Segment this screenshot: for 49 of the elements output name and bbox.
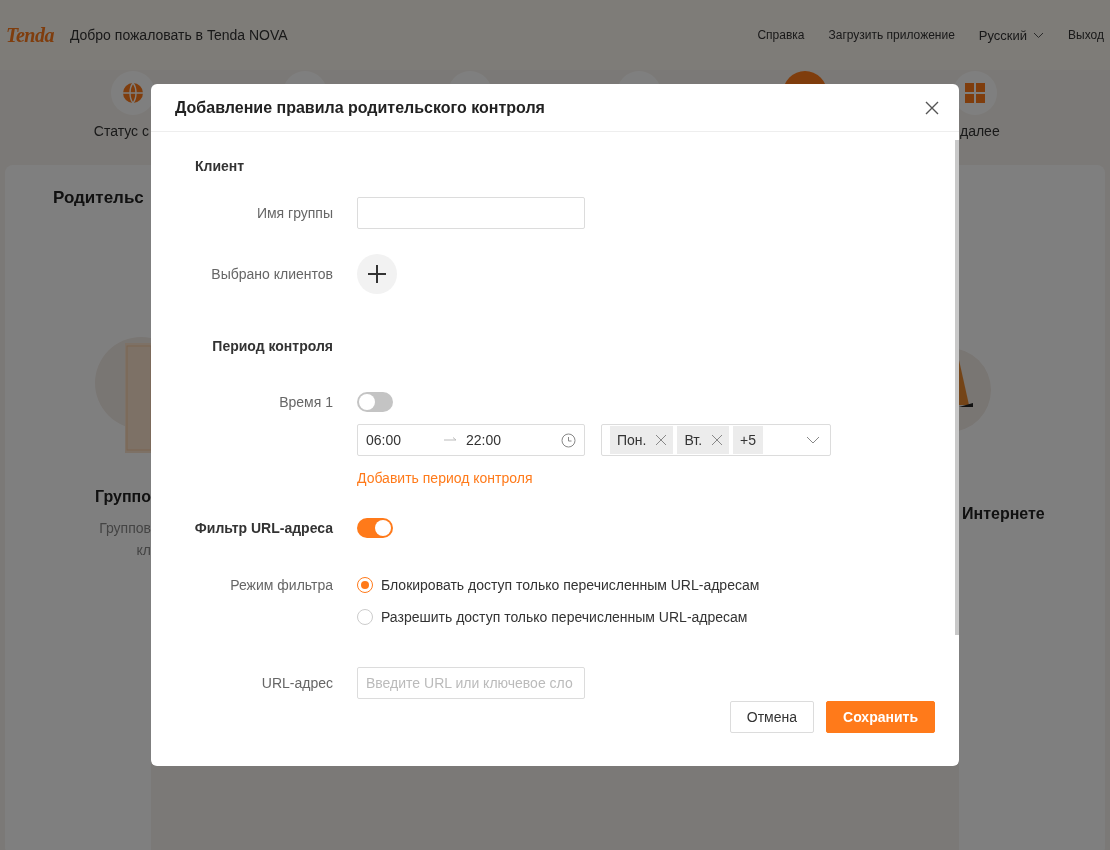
header-link[interactable]: Загрузить приложение [828,28,955,42]
logout-link[interactable]: Выход [1068,28,1104,42]
day-tag: Пон. [610,426,674,454]
section-heading: Клиент [194,158,246,174]
save-button[interactable]: Сохранить [826,701,935,733]
field-label: Имя группы [256,205,333,221]
section-heading: Период контроля [212,338,333,354]
chevron-down-icon [1033,31,1045,39]
time-range-field[interactable]: 06:00 22:00 [357,424,585,456]
scrollbar-thumb[interactable] [955,140,959,635]
close-icon[interactable] [712,435,723,445]
close-icon[interactable] [656,435,667,445]
arrow-right-icon [444,437,458,443]
feature-description: Группов [99,520,151,536]
menu-item-icon-button[interactable] [953,71,997,115]
card-title: Родительс [53,188,144,208]
group-name-field[interactable] [357,197,585,229]
feature-title: Интернете [962,505,1045,523]
field-label: Выбрано клиентов [211,266,333,282]
days-select[interactable]: Пон. Вт. +5 [601,424,831,456]
header-link[interactable]: Справка [757,28,805,42]
menu-item[interactable]: далее [960,123,1000,139]
clock-icon [561,432,576,448]
field-label: URL-адрес [261,675,333,691]
section-heading: Фильтр URL-адреса [194,520,333,536]
url-field[interactable]: Введите URL или ключевое сло [357,667,585,699]
toggle-switch[interactable] [357,518,393,538]
cancel-button[interactable]: Отмена [729,701,815,733]
grid-icon [965,83,985,103]
logo: Tenda [6,23,54,47]
dialog-title: Добавление правила родительского контроля [175,98,545,117]
chevron-down-icon [806,436,820,444]
menu-item[interactable]: Статус с [93,123,149,139]
field-label: Режим фильтра [230,577,333,593]
toggle-switch[interactable] [357,392,393,412]
feature-description: кл [136,542,151,558]
field-label: Время 1 [279,394,333,410]
radio-option[interactable]: Разрешить доступ только перечисленным URL-адресам [357,609,748,625]
globe-icon [122,82,144,104]
more-days-tag: +5 [733,426,764,454]
radio-option[interactable]: Блокировать доступ только перечисленным URL-адресам [357,577,760,593]
feature-title: Группо [94,488,151,506]
add-period-link[interactable]: Добавить период контроля [357,470,533,486]
day-tag: Вт. [677,426,730,454]
welcome-text: Добро пожаловать в Tenda NOVA [69,27,288,43]
plus-icon [368,265,386,283]
add-client-button[interactable] [357,254,397,294]
menu-item-icon-button[interactable] [111,71,155,115]
language-select[interactable]: Русский [978,27,1045,43]
